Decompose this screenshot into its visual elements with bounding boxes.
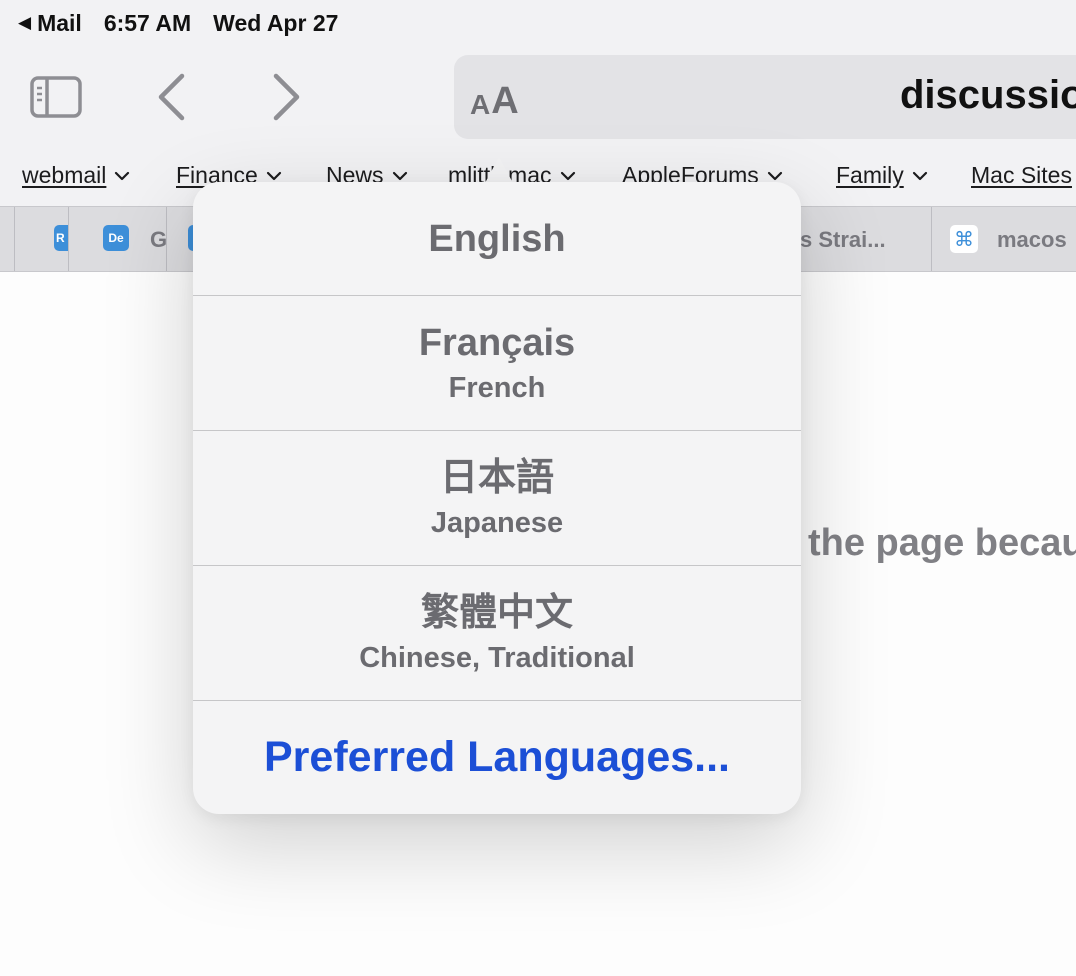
tab-5[interactable]: ⌘ macos — [932, 207, 1076, 271]
tab-title: G — [150, 227, 168, 252]
sidebar-icon — [30, 76, 82, 118]
status-bar: ◀ Mail 6:57 AM Wed Apr 27 — [0, 0, 1076, 46]
preferred-languages-button[interactable]: Preferred Languages... — [193, 701, 801, 814]
bookmark-folder-mac-sites[interactable]: Mac Sites — [971, 162, 1072, 189]
language-native-name: English — [428, 217, 566, 260]
tab-title: macos — [997, 227, 1067, 252]
bookmark-folder-webmail[interactable]: webmail — [22, 162, 130, 189]
translate-language-menu: English Français French 日本語 Japanese 繁體中… — [193, 182, 801, 814]
tab-4[interactable]: s Strai... — [800, 207, 931, 271]
forward-button[interactable] — [262, 70, 312, 124]
language-english-name: Chinese, Traditional — [359, 642, 635, 674]
safari-screen: ◀ Mail 6:57 AM Wed Apr 27 A A discussio … — [0, 0, 1076, 976]
language-english-name: Japanese — [430, 507, 564, 539]
tab-favicon: De — [103, 225, 129, 251]
url-text[interactable]: discussions.apple.com — [900, 73, 1076, 118]
language-option-english[interactable]: English — [193, 182, 801, 296]
chevron-down-icon — [560, 171, 575, 180]
chevron-right-icon — [273, 73, 300, 121]
back-to-app-label[interactable]: Mail — [37, 10, 82, 37]
popover-arrow — [485, 157, 513, 183]
sidebar-button[interactable] — [26, 70, 86, 124]
back-button[interactable] — [146, 70, 196, 124]
language-option-french[interactable]: Français French — [193, 296, 801, 431]
language-option-chinese-traditional[interactable]: 繁體中文 Chinese, Traditional — [193, 566, 801, 701]
browser-toolbar: A A discussions.apple.com — [0, 46, 1076, 150]
language-option-japanese[interactable]: 日本語 Japanese — [193, 431, 801, 566]
language-native-name: Français — [418, 322, 576, 364]
bookmark-label: webmail — [22, 162, 107, 188]
language-native-name: 繁體中文 — [420, 592, 573, 634]
tab-favicon: R — [54, 225, 68, 251]
status-date: Wed Apr 27 — [213, 9, 339, 36]
address-bar[interactable]: A A discussions.apple.com — [454, 55, 1076, 139]
command-key-icon: ⌘ — [950, 225, 978, 253]
chevron-down-icon — [912, 171, 927, 180]
chevron-down-icon — [266, 171, 281, 180]
tab-1[interactable]: R — [14, 207, 68, 271]
back-to-app-icon[interactable]: ◀ — [18, 13, 31, 33]
bookmark-label: Mac Sites — [971, 162, 1072, 188]
chevron-down-icon — [767, 171, 782, 180]
chevron-down-icon — [115, 171, 130, 180]
bookmark-label: Family — [836, 162, 904, 188]
reader-big-a: A — [491, 80, 519, 122]
reader-small-a: A — [470, 89, 491, 120]
tab-3[interactable] — [166, 207, 196, 271]
tab-title: s Strai... — [800, 227, 886, 252]
bookmark-folder-family[interactable]: Family — [836, 162, 928, 189]
language-native-name: 日本語 — [439, 457, 554, 499]
chevron-down-icon — [392, 171, 407, 180]
status-time: 6:57 AM — [103, 9, 192, 36]
chevron-left-icon — [158, 73, 185, 121]
tab-2[interactable]: De G — [68, 207, 168, 271]
page-settings-button[interactable]: A A — [470, 75, 519, 122]
page-error-message: the page because — [808, 522, 1076, 564]
language-english-name: French — [448, 372, 546, 404]
